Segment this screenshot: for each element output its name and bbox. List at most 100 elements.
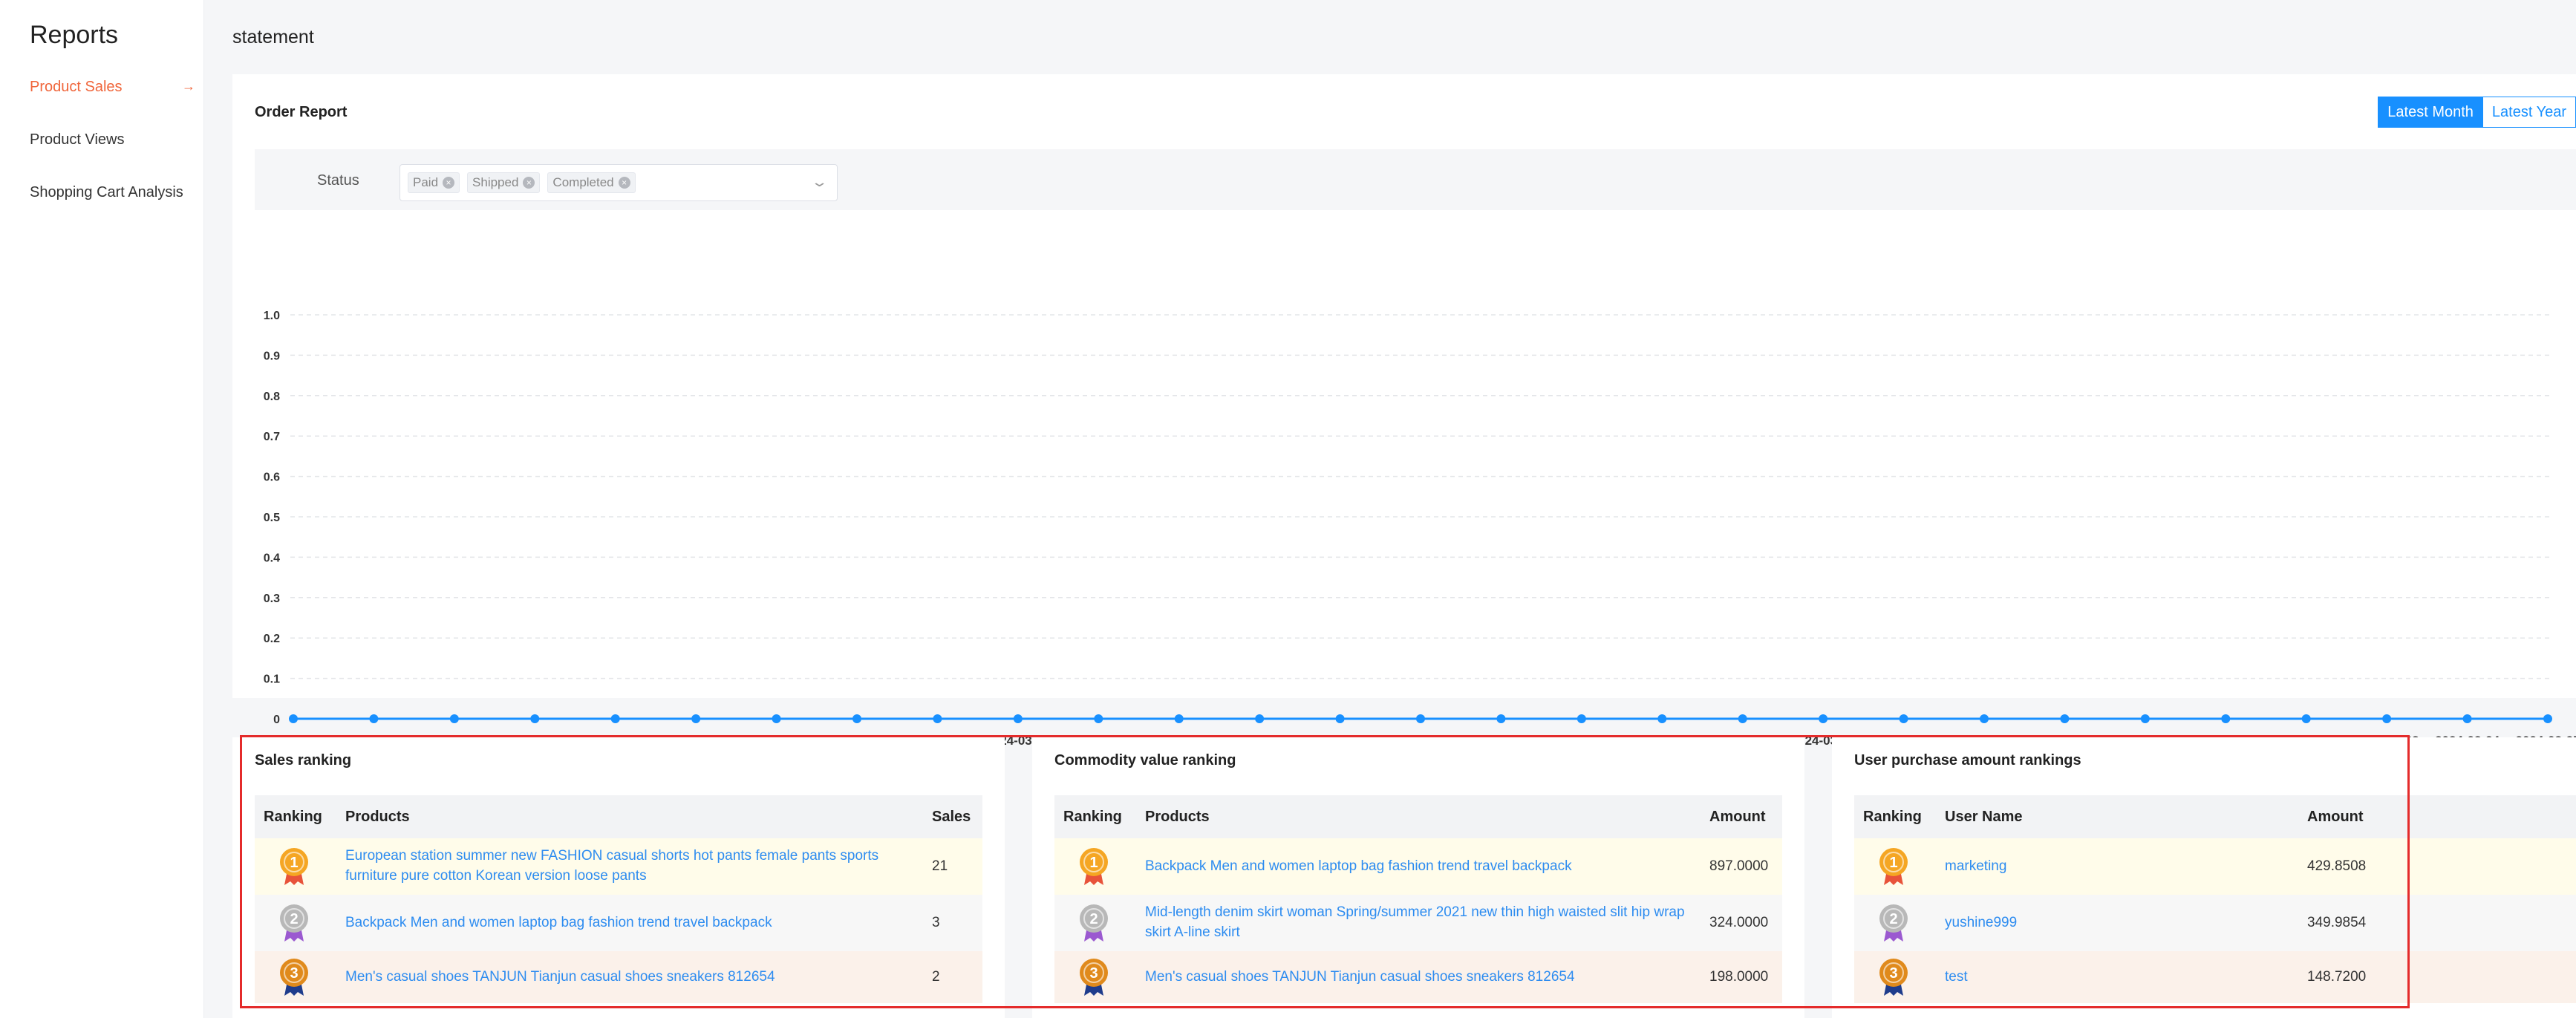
svg-text:3: 3 [1089,965,1098,982]
bronze-medal-icon: 3 [1879,959,1908,996]
y-tick-label: 0 [273,714,280,726]
status-label: Status [317,172,359,189]
data-point [1013,714,1023,723]
y-tick-label: 1.0 [264,310,280,322]
tab-latest-month[interactable]: Latest Month [2378,97,2483,128]
bronze-medal-icon: 3 [1080,959,1108,996]
data-point [1576,714,1586,723]
user-cell: test [1936,951,2298,1003]
amount-cell: 324.0000 [1701,895,1782,951]
svg-text:1: 1 [1089,855,1098,871]
data-point [1980,714,1989,723]
y-tick-label: 0.3 [264,593,280,605]
data-point [772,714,781,723]
data-point [2221,714,2231,723]
y-tick-label: 0.1 [264,673,280,686]
arrow-right-icon: → [182,79,195,94]
close-icon[interactable]: × [523,177,535,189]
period-tabs: Latest Month Latest Year [2378,97,2576,128]
close-icon[interactable]: × [443,177,455,189]
amount-cell: 897.0000 [1701,838,1782,895]
data-point [610,714,620,723]
data-point [933,714,942,723]
status-tag-paid: Paid × [408,172,460,193]
status-tag-shipped: Shipped × [467,172,541,193]
svg-text:3: 3 [290,965,298,982]
data-point [2060,714,2070,723]
order-line-chart: 00.10.20.30.40.50.60.70.80.91.02024-02-2… [261,310,2576,748]
filter-bar: Status Paid × Shipped × Completed × ⌄ [255,149,2576,210]
table-row: 3 Men's casual shoes TANJUN Tianjun casu… [255,951,982,1003]
sidebar-item-product-sales[interactable]: Product Sales → [30,79,204,96]
product-cell: Mid-length denim skirt woman Spring/summ… [1136,895,1701,951]
gold-medal-icon: 1 [280,848,308,885]
data-point [1094,714,1103,723]
amount-cell: 429.8508 [2298,838,2576,895]
y-tick-label: 0.8 [264,391,280,403]
data-point [289,714,298,723]
table-row: 3 test 148.7200 [1854,951,2576,1003]
data-point [1496,714,1506,723]
product-link[interactable]: Men's casual shoes TANJUN Tianjun casual… [345,969,775,985]
user-cell: yushine999 [1936,895,2298,951]
sales-ranking-title: Sales ranking [255,752,352,769]
sales-ranking-table: Ranking Products Sales 1 European statio… [255,795,982,1003]
tag-label: Shipped [472,175,519,189]
tag-label: Completed [552,175,614,189]
y-tick-label: 0.5 [264,512,280,524]
data-point [1174,714,1184,723]
product-link[interactable]: Backpack Men and women laptop bag fashio… [345,915,772,930]
data-point [1738,714,1747,723]
column-header-ranking: Ranking [255,795,336,838]
svg-text:2: 2 [1089,911,1098,927]
product-cell: European station summer new FASHION casu… [336,838,923,895]
rank-cell: 2 [1854,895,1936,951]
order-report-card: Order Report Latest Month Latest Year St… [232,74,2576,748]
rank-cell: 2 [1054,895,1136,951]
status-tag-completed: Completed × [547,172,636,193]
tab-latest-year[interactable]: Latest Year [2482,97,2576,128]
svg-text:2: 2 [290,911,298,927]
column-header-ranking: Ranking [1054,795,1136,838]
y-tick-label: 0.4 [264,552,280,564]
amount-cell: 349.9854 [2298,895,2576,951]
commodity-value-ranking-card: Commodity value ranking Ranking Products… [1032,737,1804,1018]
close-icon[interactable]: × [618,177,630,189]
table-row: 3 Men's casual shoes TANJUN Tianjun casu… [1054,951,1782,1003]
product-link[interactable]: Mid-length denim skirt woman Spring/summ… [1145,904,1685,940]
rank-cell: 1 [255,838,336,895]
column-header-amount: Amount [1701,795,1782,838]
data-point [449,714,459,723]
user-link[interactable]: marketing [1945,858,2006,874]
data-point [369,714,379,723]
data-point [1255,714,1265,723]
product-cell: Men's casual shoes TANJUN Tianjun casual… [336,951,923,1003]
column-header-ranking: Ranking [1854,795,1936,838]
user-link[interactable]: test [1945,969,1968,985]
svg-text:1: 1 [290,855,298,871]
sidebar-item-shopping-cart-analysis[interactable]: Shopping Cart Analysis [30,184,204,201]
status-tags: Paid × Shipped × Completed × [408,172,636,193]
status-select[interactable]: Paid × Shipped × Completed × ⌄ [400,164,838,201]
svg-text:1: 1 [1889,855,1897,871]
data-point [530,714,540,723]
product-link[interactable]: Backpack Men and women laptop bag fashio… [1145,858,1572,874]
chevron-down-icon: ⌄ [810,174,829,189]
sidebar-item-label: Product Views [30,131,125,148]
product-cell: Men's casual shoes TANJUN Tianjun casual… [1136,951,1701,1003]
sidebar-item-label: Product Sales [30,79,123,95]
column-header-sales: Sales [923,795,982,838]
product-link[interactable]: Men's casual shoes TANJUN Tianjun casual… [1145,969,1575,985]
data-point [2543,714,2552,723]
gold-medal-icon: 1 [1879,848,1908,885]
user-ranking-table: Ranking User Name Amount 1 marketing 429… [1854,795,2576,1003]
product-link[interactable]: European station summer new FASHION casu… [345,848,878,884]
rank-cell: 3 [1854,951,1936,1003]
table-row: 2 yushine999 349.9854 [1854,895,2576,951]
sidebar-item-product-views[interactable]: Product Views [30,131,204,149]
y-tick-label: 0.2 [264,633,280,645]
user-link[interactable]: yushine999 [1945,915,2017,930]
column-header-amount: Amount [2298,795,2576,838]
data-point [2140,714,2150,723]
data-point [2462,714,2472,723]
